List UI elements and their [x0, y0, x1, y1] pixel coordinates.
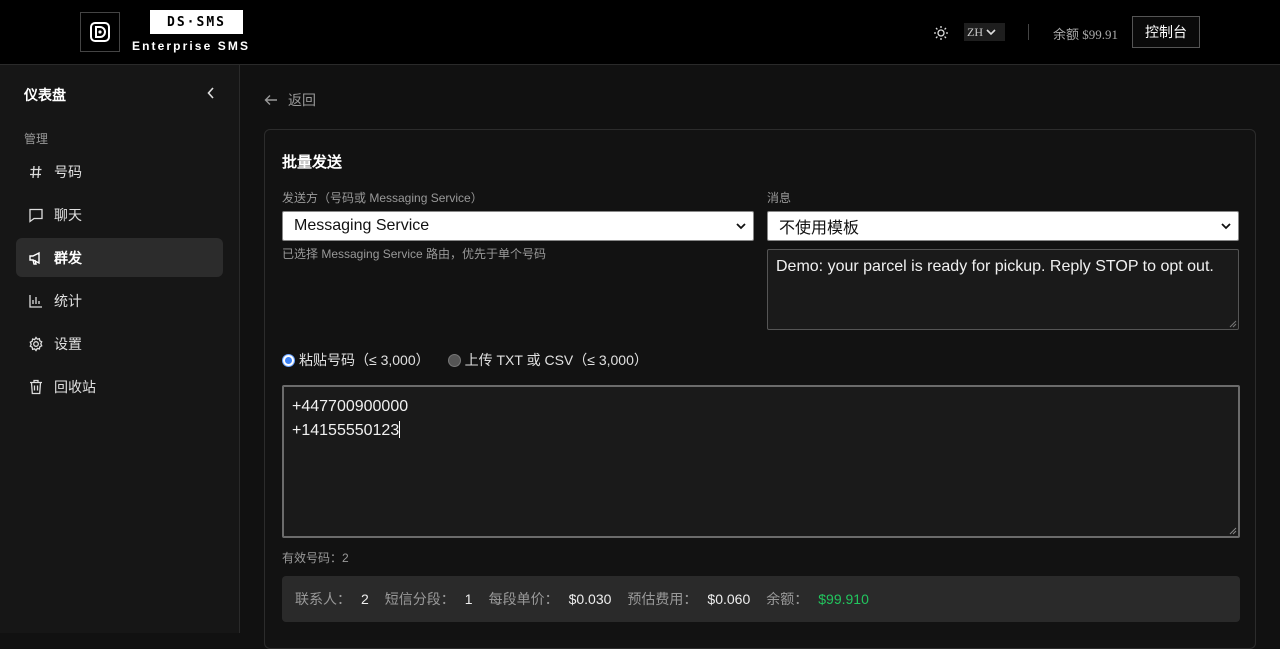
sidebar-item-stats[interactable]: 统计: [16, 281, 223, 320]
megaphone-icon: [28, 250, 44, 266]
text-cursor: [399, 421, 401, 438]
sidebar-item-settings[interactable]: 设置: [16, 324, 223, 363]
sidebar-item-label: 号码: [54, 163, 82, 180]
balance-label: 余额：: [766, 591, 809, 607]
message-text: Demo: your parcel is ready for pickup. R…: [776, 258, 1214, 275]
chevron-down-icon: [986, 29, 996, 36]
sidebar: 仪表盘 管理 号码 聊天 群发 统计 设置 回收站: [0, 65, 240, 633]
sidebar-item-numbers[interactable]: 号码: [16, 152, 223, 191]
unit-price-label: 每段单价：: [488, 591, 559, 607]
contacts-value: 2: [361, 591, 369, 607]
sidebar-item-broadcast[interactable]: 群发: [16, 238, 223, 277]
unit-price-value: $0.030: [568, 591, 612, 607]
sidebar-item-label: 聊天: [54, 206, 82, 223]
sidebar-collapse-button[interactable]: [204, 85, 218, 101]
chat-icon: [28, 207, 44, 223]
arrow-left-icon: [264, 95, 277, 105]
bar-chart-icon: [28, 293, 44, 309]
header-divider: [1028, 24, 1029, 40]
numbers-textarea[interactable]: +447700900000 +14155550123: [282, 385, 1240, 538]
sender-label: 发送方（号码或 Messaging Service）: [282, 191, 483, 205]
back-link[interactable]: 返回: [264, 90, 316, 110]
radio-paste[interactable]: [282, 353, 295, 367]
valid-count: 有效号码：2: [282, 551, 349, 565]
number-line: +14155550123: [292, 422, 400, 439]
sender-select-value: Messaging Service: [294, 217, 430, 234]
est-cost-value: $0.060: [707, 591, 751, 607]
est-cost-label: 预估费用：: [627, 591, 698, 607]
brand-subtitle: Enterprise SMS: [132, 39, 251, 53]
chevron-down-icon: [736, 223, 746, 230]
back-label: 返回: [288, 92, 316, 108]
resize-handle-icon[interactable]: [1229, 320, 1237, 328]
trash-icon: [28, 379, 44, 395]
sidebar-section-label: 管理: [24, 132, 49, 146]
sidebar-item-chat[interactable]: 聊天: [16, 195, 223, 234]
language-value: ZH: [967, 24, 983, 39]
message-label: 消息: [767, 191, 792, 205]
sender-hint: 已选择 Messaging Service 路由，优先于单个号码: [282, 247, 547, 261]
sidebar-item-label: 群发: [54, 249, 82, 266]
card-title: 批量发送: [282, 154, 343, 171]
radio-upload[interactable]: [447, 353, 461, 367]
template-select[interactable]: 不使用模板: [767, 211, 1239, 241]
language-select[interactable]: ZH: [964, 23, 1005, 41]
input-mode-radios: 粘贴号码（≤ 3,000） 上传 TXT 或 CSV（≤ 3,000）: [282, 350, 648, 370]
contacts-label: 联系人：: [295, 591, 351, 607]
template-select-value: 不使用模板: [779, 220, 860, 237]
hash-icon: [28, 164, 44, 180]
segments-label: 短信分段：: [384, 591, 455, 607]
sidebar-item-label: 设置: [54, 335, 82, 352]
header-balance: 余额 $99.91: [1053, 27, 1119, 42]
number-line: +447700900000: [292, 398, 409, 415]
sidebar-item-trash[interactable]: 回收站: [16, 367, 223, 406]
cost-summary: 联系人： 2 短信分段： 1 每段单价： $0.030 预估费用： $0.060…: [282, 576, 1240, 622]
segments-value: 1: [464, 591, 473, 607]
theme-toggle-button[interactable]: [932, 24, 950, 42]
brand-badge: DS·SMS: [150, 10, 243, 34]
broadcast-card: 批量发送 发送方（号码或 Messaging Service） Messagin…: [264, 129, 1256, 649]
sender-select[interactable]: Messaging Service: [282, 211, 754, 241]
gear-icon: [28, 335, 44, 352]
console-button[interactable]: 控制台: [1132, 16, 1200, 48]
sidebar-item-label: 统计: [54, 292, 82, 309]
radio-upload-label[interactable]: 上传 TXT 或 CSV（≤ 3,000）: [465, 350, 648, 370]
sidebar-title: 仪表盘: [24, 87, 66, 103]
balance-value: $99.910: [818, 591, 869, 607]
message-textarea[interactable]: Demo: your parcel is ready for pickup. R…: [767, 249, 1239, 330]
resize-handle-icon[interactable]: [1229, 527, 1237, 535]
sidebar-item-label: 回收站: [54, 378, 96, 395]
chevron-left-icon: [207, 87, 214, 99]
radio-paste-label[interactable]: 粘贴号码（≤ 3,000）: [299, 350, 430, 370]
top-header: DS·SMS Enterprise SMS ZH 余额 $99.91 控制台: [0, 0, 1280, 65]
chevron-down-icon: [1221, 223, 1231, 230]
logo[interactable]: [80, 12, 120, 52]
logo-icon: [90, 22, 110, 42]
sun-icon: [934, 26, 948, 40]
